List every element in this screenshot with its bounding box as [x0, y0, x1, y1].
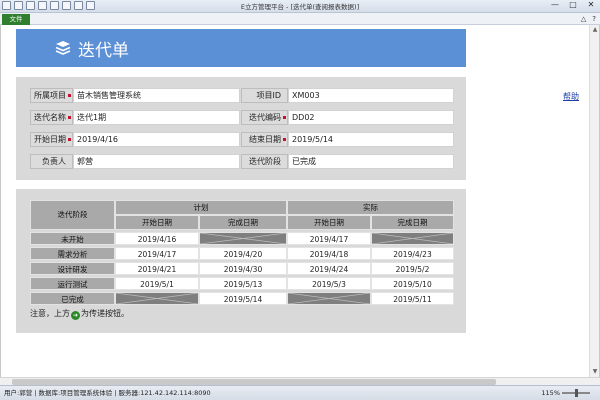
- iteration-code-label: 迭代编码: [241, 110, 288, 125]
- required-marker: [283, 138, 286, 141]
- file-tab[interactable]: 文件: [2, 14, 30, 25]
- iteration-stage-label: 迭代阶段: [241, 154, 288, 169]
- actual-start-cell[interactable]: 2019/4/17: [287, 232, 371, 245]
- start-date-label: 开始日期: [30, 132, 73, 147]
- required-marker: [68, 138, 71, 141]
- vertical-scrollbar[interactable]: ▲ ▼: [589, 25, 599, 377]
- stage-row-header: 需求分析: [30, 247, 115, 260]
- maximize-button[interactable]: □: [566, 0, 580, 10]
- owner-field[interactable]: 郭营: [73, 154, 240, 169]
- end-date-field[interactable]: 2019/5/14: [288, 132, 454, 147]
- help-link[interactable]: 帮助: [563, 91, 579, 102]
- status-text: 用户:郭营 | 数据库:项目管理系统体验 | 服务器:121.42.142.11…: [4, 389, 211, 397]
- iteration-stage-field[interactable]: 已完成: [288, 154, 454, 169]
- na-cell: [115, 292, 199, 305]
- plan-finish-cell[interactable]: 2019/5/13: [199, 277, 287, 290]
- project-label: 所属项目: [30, 88, 73, 103]
- na-cell: [199, 232, 287, 245]
- required-marker: [68, 116, 71, 119]
- plan-start-header: 开始日期: [115, 215, 199, 230]
- project-id-field[interactable]: XM003: [288, 88, 454, 103]
- horizontal-scrollbar[interactable]: [0, 377, 600, 385]
- stage-row-header: 运行测试: [30, 277, 115, 290]
- start-date-field[interactable]: 2019/4/16: [73, 132, 240, 147]
- help-icon[interactable]: ?: [592, 14, 596, 24]
- end-date-label: 结束日期: [241, 132, 288, 147]
- document-stack-icon: [55, 41, 71, 55]
- actual-finish-cell[interactable]: 2019/4/23: [371, 247, 454, 260]
- plan-finish-header: 完成日期: [199, 215, 287, 230]
- stage-row-header: 未开始: [30, 232, 115, 245]
- zoom-slider-knob[interactable]: [575, 389, 578, 397]
- collapse-ribbon-icon[interactable]: △: [581, 14, 586, 24]
- scroll-down-icon[interactable]: ▼: [590, 367, 600, 377]
- stage-row-header: 设计研发: [30, 262, 115, 275]
- iteration-name-field[interactable]: 迭代1期: [73, 110, 240, 125]
- page-title: 迭代单: [78, 41, 129, 61]
- plan-finish-cell[interactable]: 2019/4/30: [199, 262, 287, 275]
- scroll-up-icon[interactable]: ▲: [590, 25, 600, 35]
- actual-start-header: 开始日期: [287, 215, 371, 230]
- window-title: E立方管理平台 - [迭代单(查阅报表数据)]: [240, 3, 360, 11]
- plan-finish-cell[interactable]: 2019/4/20: [199, 247, 287, 260]
- required-marker: [68, 94, 71, 97]
- ribbon: 文件 △ ?: [0, 13, 600, 25]
- actual-start-cell[interactable]: 2019/4/24: [287, 262, 371, 275]
- plan-start-cell[interactable]: 2019/5/1: [115, 277, 199, 290]
- note-text-after: 为传递按钮。: [81, 309, 129, 318]
- zoom-level[interactable]: 115%: [541, 386, 560, 400]
- iteration-name-label: 迭代名称: [30, 110, 73, 125]
- transfer-note: 注意，上方 ➜ 为传递按钮。: [30, 308, 129, 320]
- actual-finish-cell[interactable]: 2019/5/10: [371, 277, 454, 290]
- plan-start-cell[interactable]: 2019/4/16: [115, 232, 199, 245]
- minimize-button[interactable]: —: [548, 0, 562, 10]
- plan-finish-cell[interactable]: 2019/5/14: [199, 292, 287, 305]
- na-cell: [287, 292, 371, 305]
- stage-row-header: 已完成: [30, 292, 115, 305]
- na-cell: [371, 232, 454, 245]
- plan-group-header: 计划: [115, 200, 287, 215]
- required-marker: [283, 116, 286, 119]
- note-text-before: 注意，上方: [30, 309, 70, 318]
- plan-start-cell[interactable]: 2019/4/17: [115, 247, 199, 260]
- actual-start-cell[interactable]: 2019/5/3: [287, 277, 371, 290]
- page-banner: 迭代单: [16, 29, 466, 67]
- actual-finish-cell[interactable]: 2019/5/2: [371, 262, 454, 275]
- status-bar: 用户:郭营 | 数据库:项目管理系统体验 | 服务器:121.42.142.11…: [0, 385, 600, 400]
- stage-column-header: 迭代阶段: [30, 200, 115, 230]
- ribbon-right-controls: △ ?: [581, 14, 596, 24]
- owner-label: 负责人: [30, 154, 73, 169]
- actual-group-header: 实际: [287, 200, 454, 215]
- actual-start-cell[interactable]: 2019/4/18: [287, 247, 371, 260]
- plan-start-cell[interactable]: 2019/4/21: [115, 262, 199, 275]
- actual-finish-header: 完成日期: [371, 215, 454, 230]
- window-controls: — □ ✕: [548, 0, 598, 10]
- actual-finish-cell[interactable]: 2019/5/11: [371, 292, 454, 305]
- project-id-label: 项目ID: [241, 88, 288, 103]
- close-button[interactable]: ✕: [584, 0, 598, 10]
- project-field[interactable]: 苗木销售管理系统: [73, 88, 240, 103]
- title-bar: E立方管理平台 - [迭代单(查阅报表数据)] — □ ✕: [0, 0, 600, 13]
- iteration-code-field[interactable]: DD02: [288, 110, 454, 125]
- transfer-arrow-icon: ➜: [71, 311, 80, 320]
